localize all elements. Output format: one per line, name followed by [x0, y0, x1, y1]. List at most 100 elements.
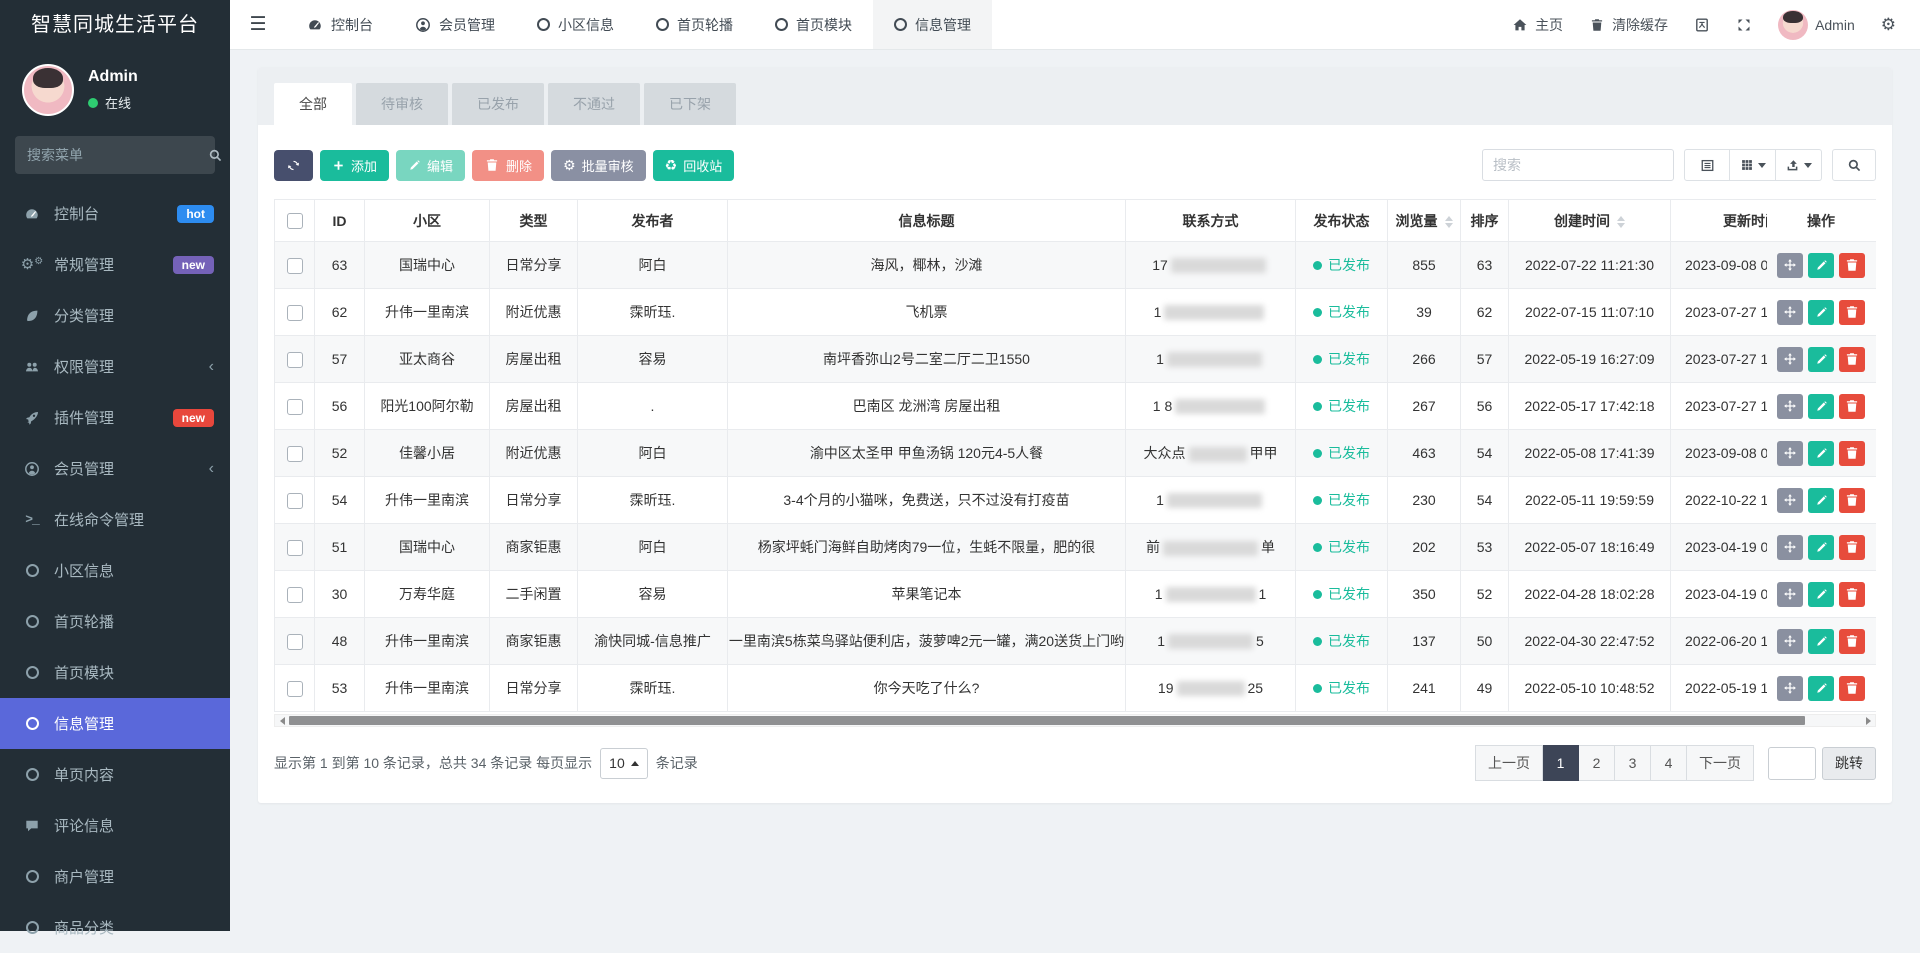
columns-button[interactable] [1730, 149, 1776, 181]
sidebar-item-商品分类[interactable]: 商品分类 [0, 902, 230, 953]
next-page-button[interactable]: 下一页 [1687, 745, 1754, 781]
sidebar-item-首页模块[interactable]: 首页模块 [0, 647, 230, 698]
move-button[interactable] [1777, 347, 1803, 372]
row-checkbox[interactable] [287, 305, 303, 321]
row-delete-button[interactable] [1839, 300, 1865, 325]
move-button[interactable] [1777, 535, 1803, 560]
move-button[interactable] [1777, 441, 1803, 466]
column-header-创建时间[interactable]: 创建时间 [1509, 200, 1671, 242]
home-button[interactable]: 主页 [1512, 15, 1563, 35]
filter-tab-已发布[interactable]: 已发布 [452, 83, 544, 125]
row-edit-button[interactable] [1808, 253, 1834, 278]
sidebar-item-小区信息[interactable]: 小区信息 [0, 545, 230, 596]
sidebar-item-信息管理[interactable]: 信息管理 [0, 698, 230, 749]
table-search-input[interactable] [1482, 149, 1674, 181]
row-delete-button[interactable] [1839, 394, 1865, 419]
sidebar-item-控制台[interactable]: 控制台hot [0, 188, 230, 239]
row-edit-button[interactable] [1808, 394, 1834, 419]
select-all-checkbox[interactable] [287, 213, 303, 229]
filter-tab-待审核[interactable]: 待审核 [356, 83, 448, 125]
row-checkbox[interactable] [287, 540, 303, 556]
sidebar-item-在线命令管理[interactable]: >_在线命令管理 [0, 494, 230, 545]
row-edit-button[interactable] [1808, 535, 1834, 560]
row-checkbox[interactable] [287, 352, 303, 368]
search-icon[interactable] [208, 148, 223, 163]
table-scroll-area[interactable]: ID小区类型发布者信息标题联系方式发布状态浏览量排序创建时间更新时间操作 63国… [274, 199, 1876, 712]
row-delete-button[interactable] [1839, 629, 1865, 654]
move-button[interactable] [1777, 629, 1803, 654]
recycle-button[interactable]: ♻回收站 [653, 150, 735, 181]
scrollbar-thumb[interactable] [289, 716, 1805, 725]
page-button-3[interactable]: 3 [1615, 745, 1651, 781]
add-button[interactable]: 添加 [320, 150, 389, 181]
row-checkbox[interactable] [287, 399, 303, 415]
move-button[interactable] [1777, 676, 1803, 701]
top-tab-小区信息[interactable]: 小区信息 [516, 0, 635, 49]
row-delete-button[interactable] [1839, 441, 1865, 466]
sidebar-item-评论信息[interactable]: 评论信息 [0, 800, 230, 851]
prev-page-button[interactable]: 上一页 [1475, 745, 1543, 781]
export-button[interactable] [1776, 149, 1822, 181]
row-edit-button[interactable] [1808, 488, 1834, 513]
row-edit-button[interactable] [1808, 629, 1834, 654]
row-checkbox[interactable] [287, 681, 303, 697]
scroll-left-icon[interactable] [275, 717, 289, 725]
fullscreen-button[interactable] [1736, 17, 1752, 33]
top-tab-首页模块[interactable]: 首页模块 [754, 0, 873, 49]
sidebar-item-常规管理[interactable]: ⚙⚙常规管理new [0, 239, 230, 290]
sidebar-search-input[interactable] [27, 147, 208, 163]
row-delete-button[interactable] [1839, 582, 1865, 607]
settings-button[interactable]: ⚙ [1881, 16, 1896, 33]
navbar-user[interactable]: Admin [1778, 10, 1855, 40]
search-button[interactable] [1832, 149, 1876, 181]
hamburger-menu-icon[interactable]: ☰ [230, 0, 286, 49]
move-button[interactable] [1777, 300, 1803, 325]
sidebar-item-插件管理[interactable]: 插件管理new [0, 392, 230, 443]
clear-cache-button[interactable]: 清除缓存 [1589, 15, 1668, 35]
sidebar-item-权限管理[interactable]: 权限管理‹ [0, 341, 230, 392]
move-button[interactable] [1777, 488, 1803, 513]
page-button-1[interactable]: 1 [1543, 745, 1579, 781]
per-page-select[interactable]: 10 [600, 748, 648, 779]
sidebar-item-单页内容[interactable]: 单页内容 [0, 749, 230, 800]
delete-button[interactable]: 删除 [472, 150, 544, 181]
row-edit-button[interactable] [1808, 441, 1834, 466]
top-tab-控制台[interactable]: 控制台 [286, 0, 394, 49]
move-button[interactable] [1777, 394, 1803, 419]
move-button[interactable] [1777, 582, 1803, 607]
row-delete-button[interactable] [1839, 488, 1865, 513]
row-checkbox[interactable] [287, 587, 303, 603]
edit-button[interactable]: 编辑 [396, 150, 465, 181]
row-delete-button[interactable] [1839, 676, 1865, 701]
row-checkbox[interactable] [287, 446, 303, 462]
horizontal-scrollbar[interactable] [274, 714, 1876, 727]
row-edit-button[interactable] [1808, 347, 1834, 372]
column-header-浏览量[interactable]: 浏览量 [1388, 200, 1461, 242]
top-tab-会员管理[interactable]: 会员管理 [394, 0, 516, 49]
filter-tab-全部[interactable]: 全部 [274, 83, 352, 125]
row-delete-button[interactable] [1839, 535, 1865, 560]
sidebar-item-商户管理[interactable]: 商户管理 [0, 851, 230, 902]
page-button-2[interactable]: 2 [1579, 745, 1615, 781]
top-tab-信息管理[interactable]: 信息管理 [873, 0, 992, 49]
row-edit-button[interactable] [1808, 582, 1834, 607]
page-button-4[interactable]: 4 [1651, 745, 1687, 781]
jump-page-input[interactable] [1768, 747, 1816, 780]
row-checkbox[interactable] [287, 634, 303, 650]
scroll-right-icon[interactable] [1861, 717, 1875, 725]
sidebar-item-分类管理[interactable]: 分类管理 [0, 290, 230, 341]
move-button[interactable] [1777, 253, 1803, 278]
row-checkbox[interactable] [287, 493, 303, 509]
row-edit-button[interactable] [1808, 300, 1834, 325]
refresh-button[interactable] [274, 150, 313, 181]
filter-tab-不通过[interactable]: 不通过 [548, 83, 640, 125]
top-tab-首页轮播[interactable]: 首页轮播 [635, 0, 754, 49]
row-edit-button[interactable] [1808, 676, 1834, 701]
sidebar-item-首页轮播[interactable]: 首页轮播 [0, 596, 230, 647]
row-checkbox[interactable] [287, 258, 303, 274]
sidebar-item-会员管理[interactable]: 会员管理‹ [0, 443, 230, 494]
filter-tab-已下架[interactable]: 已下架 [644, 83, 736, 125]
detail-view-button[interactable] [1684, 149, 1730, 181]
jump-button[interactable]: 跳转 [1822, 747, 1876, 780]
batch-audit-button[interactable]: ⚙批量审核 [551, 150, 646, 181]
